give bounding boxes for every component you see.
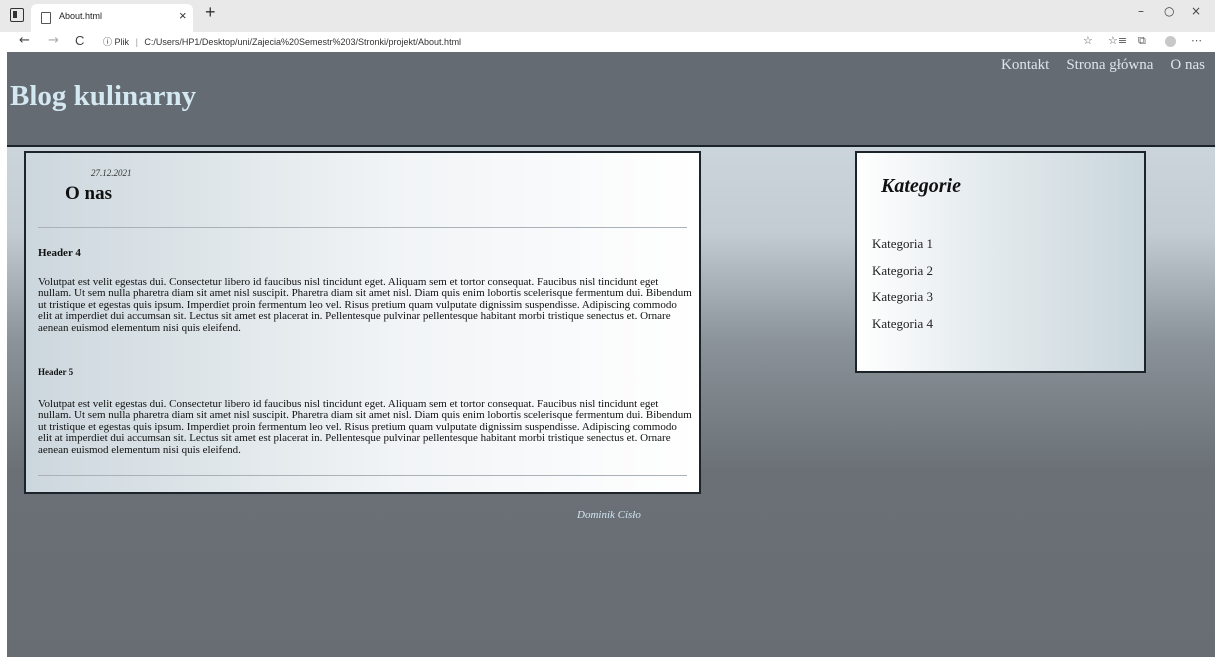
- divider: [38, 227, 687, 228]
- section-text: Volutpat est velit egestas dui. Consecte…: [38, 398, 692, 456]
- footer-author: Dominik Cisło: [577, 509, 641, 521]
- tab-close-icon[interactable]: ×: [179, 8, 187, 23]
- nav-link-about[interactable]: O nas: [1170, 57, 1205, 74]
- category-item[interactable]: Kategoria 3: [872, 284, 933, 311]
- nav-link-kontakt[interactable]: Kontakt: [1001, 57, 1049, 74]
- tab-actions-icon[interactable]: [10, 8, 24, 22]
- main-nav: Kontakt Strona główna O nas: [1001, 57, 1205, 74]
- category-item[interactable]: Kategoria 2: [872, 258, 933, 285]
- page-icon: [41, 12, 51, 24]
- categories-sidebar: Kategorie Kategoria 1 Kategoria 2 Katego…: [855, 151, 1146, 373]
- site-header: Blog kulinarny Kontakt Strona główna O n…: [7, 52, 1215, 147]
- sidebar-title: Kategorie: [881, 175, 961, 197]
- category-list: Kategoria 1 Kategoria 2 Kategoria 3 Kate…: [872, 231, 933, 337]
- maximize-icon[interactable]: ○: [1164, 4, 1174, 18]
- category-item[interactable]: Kategoria 1: [872, 231, 933, 258]
- article: 27.12.2021 O nas Header 4 Volutpat est v…: [24, 151, 701, 494]
- forward-icon[interactable]: →: [48, 33, 59, 48]
- back-icon[interactable]: ←: [19, 33, 30, 48]
- close-window-icon[interactable]: ×: [1191, 4, 1201, 18]
- browser-tab-bar: About.html × + – ○ ×: [0, 0, 1215, 32]
- refresh-icon[interactable]: C: [75, 33, 84, 48]
- web-page: Blog kulinarny Kontakt Strona główna O n…: [7, 52, 1215, 657]
- info-icon: ⓘ: [103, 37, 113, 47]
- address-url: C:/Users/HP1/Desktop/uni/Zajecia%20Semes…: [144, 37, 462, 47]
- more-icon[interactable]: ⋯: [1191, 34, 1202, 47]
- section-text: Volutpat est velit egestas dui. Consecte…: [38, 276, 692, 334]
- favorites-list-icon[interactable]: ☆≡: [1108, 34, 1127, 47]
- section-heading: Header 4: [38, 247, 81, 259]
- article-title: O nas: [65, 183, 112, 204]
- profile-avatar[interactable]: [1165, 36, 1176, 47]
- address-prefix: Plik: [114, 37, 130, 47]
- tab-title: About.html: [59, 11, 103, 21]
- browser-toolbar: ← → C ⓘ Plik | C:/Users/HP1/Desktop/uni/…: [0, 32, 1215, 52]
- category-item[interactable]: Kategoria 4: [872, 311, 933, 338]
- browser-tab[interactable]: About.html ×: [31, 4, 193, 32]
- article-date: 27.12.2021: [91, 168, 132, 178]
- section-heading: Header 5: [38, 367, 74, 377]
- address-bar[interactable]: ⓘ Plik | C:/Users/HP1/Desktop/uni/Zajeci…: [103, 35, 461, 48]
- collections-icon[interactable]: ⧉: [1138, 34, 1146, 48]
- minimize-icon[interactable]: –: [1138, 4, 1144, 18]
- new-tab-button[interactable]: +: [205, 2, 216, 23]
- nav-link-home[interactable]: Strona główna: [1066, 57, 1153, 74]
- site-title: Blog kulinarny: [10, 80, 197, 112]
- favorite-icon[interactable]: ☆: [1083, 34, 1093, 47]
- divider: [38, 475, 687, 476]
- address-separator: |: [135, 37, 138, 47]
